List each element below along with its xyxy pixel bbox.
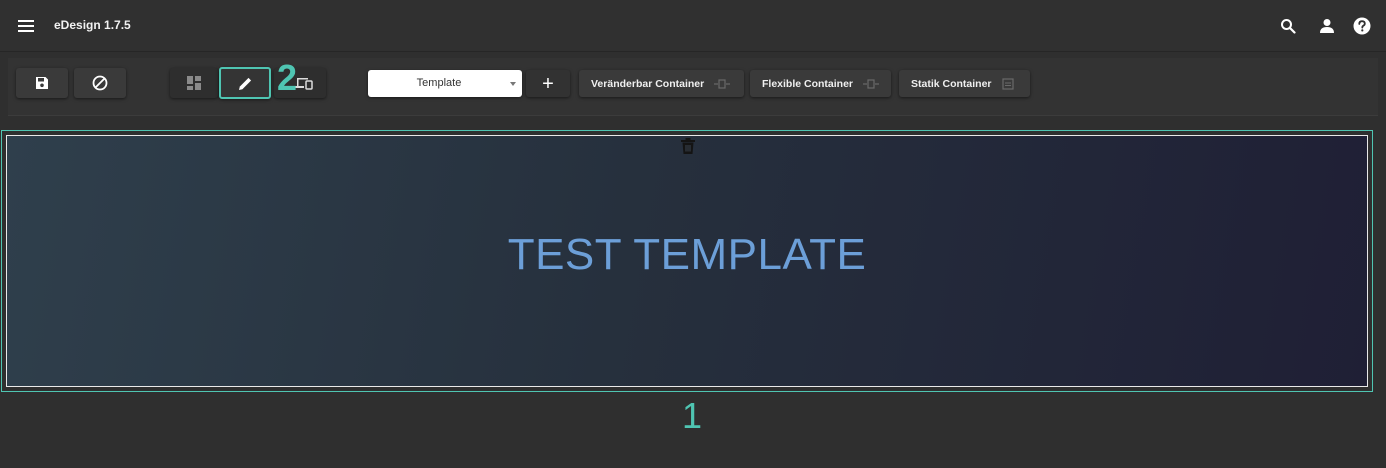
grid-view-button[interactable] [170, 68, 218, 98]
trash-icon[interactable] [680, 137, 696, 155]
container-label: Flexible Container [762, 77, 854, 90]
static-container-button[interactable]: Statik Container [899, 70, 1030, 97]
help-icon[interactable] [1350, 14, 1374, 38]
dashboard-icon [187, 76, 201, 90]
template-container-selected[interactable]: TEST TEMPLATE [1, 130, 1373, 392]
static-box-icon [1001, 77, 1014, 90]
plus-icon: + [542, 72, 554, 95]
editor-toolbar: Template + Veränderbar Container Flexibl… [8, 58, 1378, 116]
template-banner[interactable]: TEST TEMPLATE [6, 135, 1368, 387]
account-icon[interactable] [1315, 14, 1339, 38]
annotation-badge-two: 2 [277, 57, 298, 98]
app-title: eDesign 1.7.5 [54, 18, 131, 32]
block-icon [92, 75, 108, 91]
annotation-badge-one: 1 [682, 395, 703, 436]
menu-icon[interactable] [14, 14, 38, 38]
save-button[interactable] [16, 68, 68, 98]
template-select[interactable]: Template [368, 70, 522, 97]
resize-icon [863, 78, 880, 90]
floppy-disk-icon [36, 77, 48, 89]
app-bar: eDesign 1.7.5 [0, 0, 1386, 52]
container-label: Veränderbar Container [591, 77, 705, 90]
resize-icon [714, 78, 731, 90]
template-select-value: Template [416, 77, 462, 89]
container-label: Statik Container [911, 77, 992, 90]
flexible-container-button[interactable]: Flexible Container [750, 70, 891, 97]
add-template-button[interactable]: + [526, 70, 570, 97]
chevron-down-icon [510, 82, 516, 86]
edit-mode-button[interactable] [219, 67, 271, 99]
cancel-button[interactable] [74, 68, 126, 98]
devices-icon [295, 78, 313, 90]
banner-title: TEST TEMPLATE [507, 230, 867, 279]
search-icon[interactable] [1276, 14, 1300, 38]
resizable-container-button[interactable]: Veränderbar Container [579, 70, 744, 97]
pencil-icon [238, 77, 251, 90]
